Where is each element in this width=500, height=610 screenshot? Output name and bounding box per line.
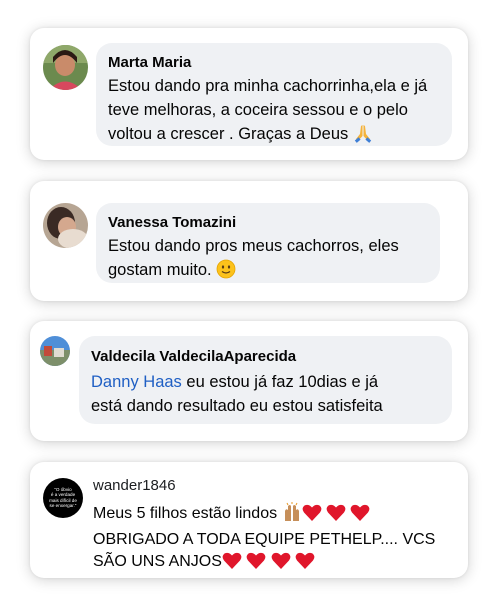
comment-line: voltou a crescer . Graças a Deus [108, 122, 440, 150]
comment-card: Vanessa Tomazini Estou dando pros meus c… [30, 181, 468, 301]
comment-bubble: Vanessa Tomazini Estou dando pros meus c… [96, 203, 440, 283]
raised-hands-icon [282, 502, 302, 529]
avatar-quote: "O óbvio é a verdade mais difícil de se … [49, 487, 77, 509]
comment-author[interactable]: Marta Maria [108, 53, 440, 73]
comment-line: Estou dando pros meus cachorros, eles [108, 237, 399, 255]
red-heart-icon [350, 504, 370, 529]
comment-text: Estou dando pra minha cachorrinha,ela e … [108, 74, 440, 150]
red-heart-icon [222, 552, 242, 577]
red-heart-icon [246, 552, 266, 577]
comment-line-text: SÃO UNS ANJOS [93, 553, 222, 570]
comment-line-text: Meus 5 filhos estão lindos [93, 505, 278, 522]
comment-text: Danny Haas eu estou já faz 10dias e já e… [91, 370, 440, 418]
slightly-smiling-face-icon [216, 259, 236, 286]
comment-line: gostam muito. [108, 258, 428, 286]
comment-line: SÃO UNS ANJOS [93, 551, 463, 577]
red-heart-icon [271, 552, 291, 577]
avatar[interactable] [43, 45, 88, 90]
comment-line-text: voltou a crescer . Graças a Deus [108, 125, 349, 143]
comment-card: Marta Maria Estou dando pra minha cachor… [30, 28, 468, 160]
comment-author[interactable]: Valdecila ValdecilaAparecida [91, 347, 440, 367]
avatar[interactable]: "O óbvio é a verdade mais difícil de se … [43, 478, 83, 518]
comment-line: está dando resultado eu estou satisfeita [91, 397, 383, 415]
comment-line-text: eu estou já faz 10dias e já [181, 373, 379, 391]
comment-bubble: Valdecila ValdecilaAparecida Danny Haas … [79, 336, 452, 424]
comment-line: teve melhoras, a coceira sessou e o pelo [108, 101, 408, 119]
comment-line: OBRIGADO A TODA EQUIPE PETHELP.... VCS [93, 531, 436, 548]
comment-line-text: gostam muito. [108, 261, 212, 279]
mention-link[interactable]: Danny Haas [91, 373, 182, 391]
red-heart-icon [302, 504, 322, 529]
comment-line: Danny Haas eu estou já faz 10dias e já [91, 370, 440, 394]
comment-body: wander1846 Meus 5 filhos estão lindos OB… [93, 476, 463, 577]
comment-card: "O óbvio é a verdade mais difícil de se … [30, 462, 468, 578]
comment-author[interactable]: Vanessa Tomazini [108, 213, 428, 233]
red-heart-icon [326, 504, 346, 529]
comment-author[interactable]: wander1846 [93, 476, 463, 496]
red-heart-icon [295, 552, 315, 577]
comment-card: Valdecila ValdecilaAparecida Danny Haas … [30, 321, 468, 441]
comment-text: Estou dando pros meus cachorros, eles go… [108, 234, 428, 286]
avatar[interactable] [40, 336, 70, 366]
comment-line: Meus 5 filhos estão lindos [93, 502, 463, 529]
comment-text: Meus 5 filhos estão lindos OBRIGADO A TO… [93, 502, 463, 577]
avatar[interactable] [43, 203, 88, 248]
comment-bubble: Marta Maria Estou dando pra minha cachor… [96, 43, 452, 146]
praying-hands-icon [353, 123, 373, 150]
comment-line: Estou dando pra minha cachorrinha,ela e … [108, 77, 428, 95]
